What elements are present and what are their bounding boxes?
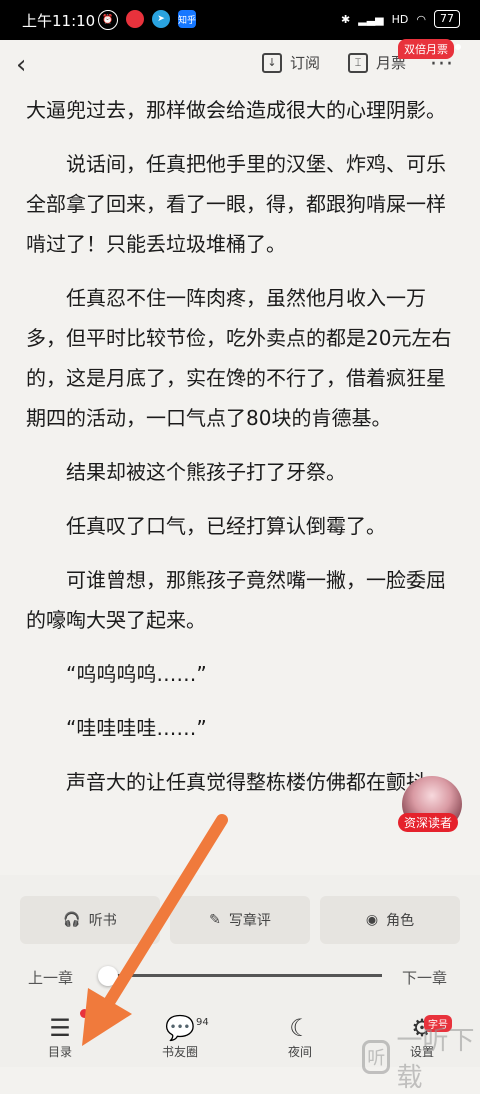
content-paragraph: 任真叹了口气，已经打算认倒霉了。 [66,514,386,538]
content-paragraph: 结果却被这个熊孩子打了牙祭。 [66,460,346,484]
watermark-text: 一听下载 [396,1026,475,1093]
nav-toc-label: 目录 [47,1045,72,1059]
headphones-icon: 🎧 [63,912,81,928]
subscribe-button[interactable]: ↓ 订阅 [262,52,320,73]
status-time: 上午11:10 [22,12,96,30]
owl-icon: ◉ [365,912,379,928]
back-button[interactable]: ‹ [16,50,26,80]
signal-icon: ▂▃▅ [358,12,384,26]
listen-button[interactable]: 🎧 听书 [20,896,160,944]
app-icon-red [126,10,144,28]
alarm-icon: ⏰ [98,10,118,30]
chapter-content: 大逼兜过去，那样做会给造成很大的心理阴影。说话间，任真把他手里的汉堡、炸鸡、可乐… [26,90,456,816]
prev-chapter-button[interactable]: 上一章 [28,967,73,988]
subscribe-label: 订阅 [290,54,321,72]
content-paragraph: “哇哇哇哇……” [66,716,207,740]
battery-icon: 77 [434,10,460,28]
wifi-icon: ◠ [416,12,426,26]
app-icon-zhihu: 知乎 [178,10,196,28]
app-icon-telegram: ➤ [152,10,170,28]
badge-dot [455,44,461,50]
nav-toc[interactable]: ☰ 目录 [30,1013,90,1060]
bluetooth-icon: ✱ [341,12,351,26]
listen-label: 听书 [88,913,117,929]
character-button[interactable]: ◉ 角色 [320,896,460,944]
write-review-label: 写章评 [228,913,271,929]
character-label: 角色 [386,913,415,929]
content-paragraph: 可谁曾想，那熊孩子竟然嘴一撇，一脸委屈的嚎啕大哭了起来。 [26,568,446,632]
content-paragraph: 声音大的让任真觉得整栋楼仿佛都在颤抖。 [66,770,446,794]
moon-icon: ☾ [289,1014,311,1042]
chapter-progress-slider[interactable] [108,974,382,977]
nav-night[interactable]: ☾ 夜间 [270,1013,330,1060]
next-chapter-button[interactable]: 下一章 [402,967,447,988]
pen-icon: ✎ [209,912,221,928]
download-icon: ↓ [262,52,282,73]
content-paragraph: 说话间，任真把他手里的汉堡、炸鸡、可乐全部拿了回来，看了一眼，得，都跟狗啃屎一样… [26,152,446,256]
nav-book-circle-label: 书友圈 [161,1045,198,1059]
network-label: HD [391,12,409,26]
content-paragraph: “呜呜呜呜……” [66,662,207,686]
toc-red-dot [80,1009,89,1018]
content-paragraph: 任真忍不住一阵肉疼，虽然他月收入一万多，但平时比较节俭，吃外卖点的都是20元左右… [26,286,452,430]
book-circle-count: 94 [196,1017,209,1028]
double-ticket-badge: 双倍月票 [398,39,454,59]
list-icon: ☰ [49,1014,71,1042]
senior-reader-badge: 资深读者 [398,813,459,832]
write-review-button[interactable]: ✎ 写章评 [170,896,310,944]
watermark-icon: 听 [362,1040,391,1074]
content-paragraph: 大逼兜过去，那样做会给造成很大的心理阴影。 [26,98,446,122]
nav-night-label: 夜间 [287,1045,312,1059]
ticket-icon: ⌶ [348,52,368,73]
status-bar: 上午11:10 ⏰ ➤ 知乎 ✱ ▂▃▅ HD ◠ 77 [0,0,480,40]
watermark: 听 一听下载 [362,1020,480,1094]
slider-knob[interactable] [98,966,118,986]
